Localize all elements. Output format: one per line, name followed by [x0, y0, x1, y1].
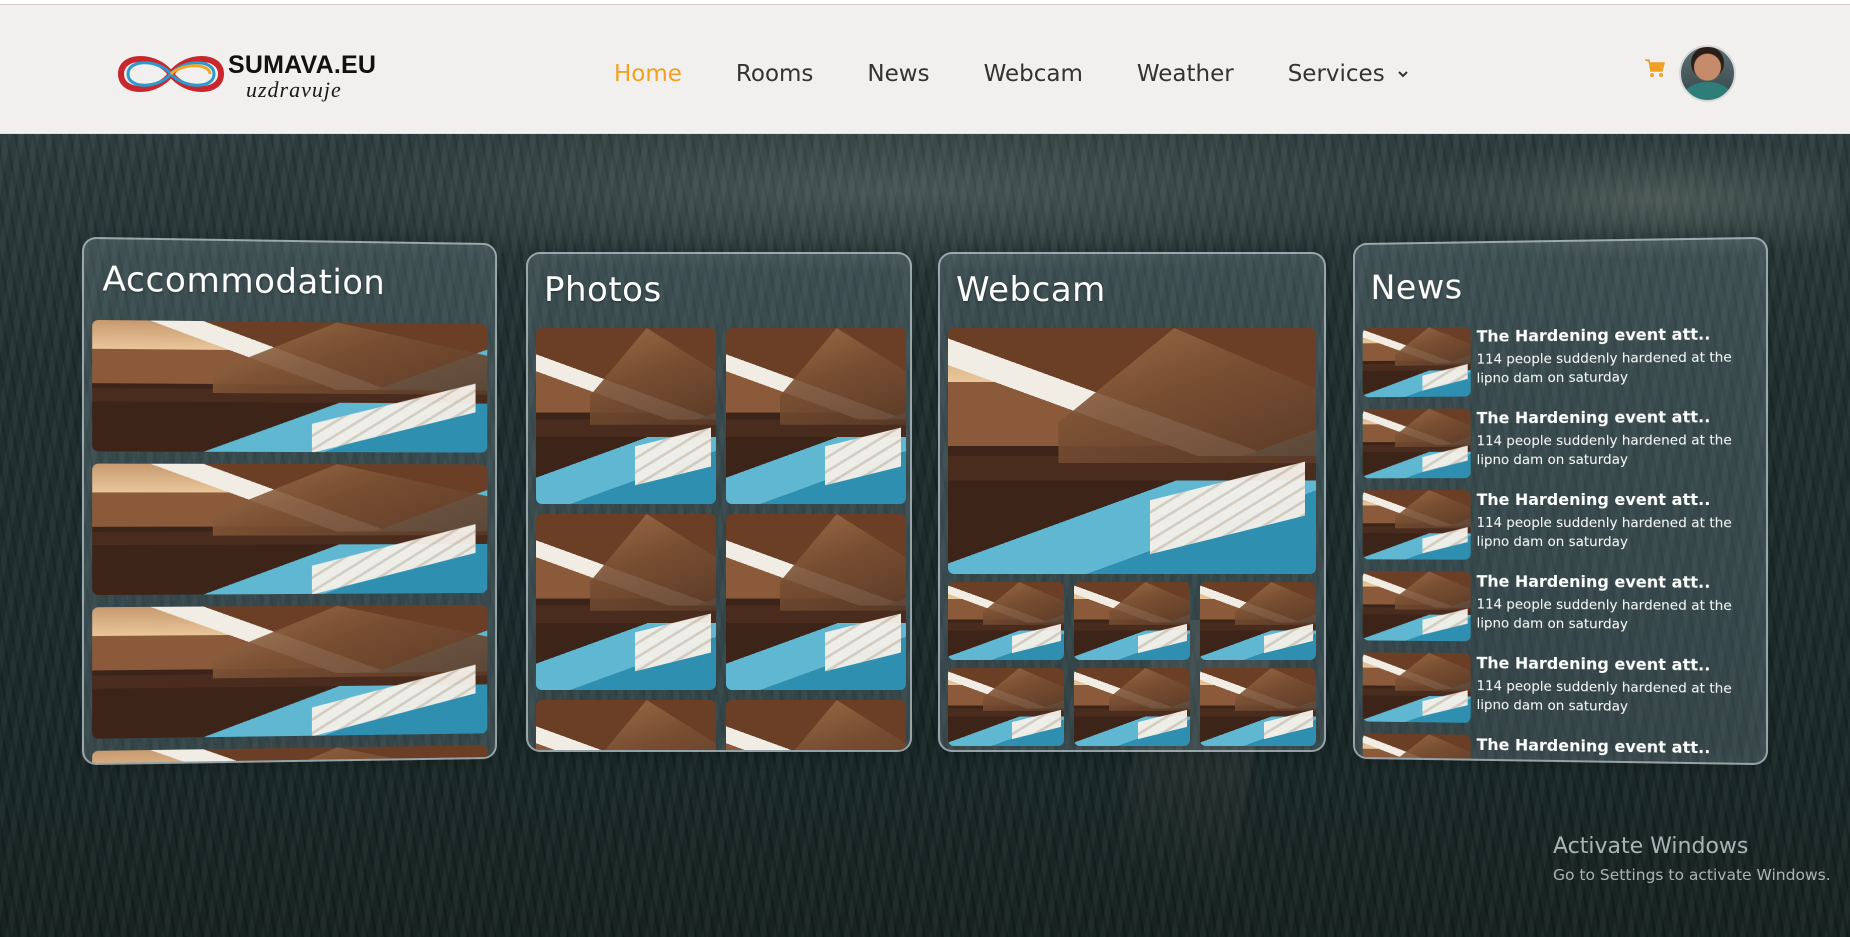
gallery-photo-1[interactable]: [536, 328, 716, 504]
infinity-logo-icon: [117, 56, 225, 92]
gallery-photo-3[interactable]: [536, 514, 716, 690]
webcam-thumb-2[interactable]: [1074, 582, 1190, 660]
chevron-down-icon: [1397, 71, 1408, 78]
news-item-description: 114 people suddenly hardened at the lipn…: [1476, 349, 1732, 387]
news-item[interactable]: The Hardening event att.. 114 people sud…: [1362, 407, 1762, 482]
photos-card[interactable]: Photos: [526, 252, 912, 752]
news-item-title: The Hardening event att..: [1476, 324, 1711, 346]
nav-home[interactable]: Home: [614, 61, 682, 87]
logo-subtitle: uzdravuje: [246, 77, 342, 102]
news-item-title: The Hardening event att..: [1476, 489, 1711, 510]
cart-icon[interactable]: [1644, 57, 1666, 79]
main-nav: Home Rooms News Webcam Weather Services: [614, 57, 1463, 91]
news-item-title: The Hardening event att..: [1476, 571, 1711, 592]
webcam-thumb-1[interactable]: [948, 582, 1064, 660]
photos-title: Photos: [544, 270, 662, 310]
webcam-thumb-5[interactable]: [1074, 668, 1190, 746]
gallery-photo-5[interactable]: [536, 700, 716, 750]
user-avatar[interactable]: [1679, 45, 1736, 102]
nav-weather[interactable]: Weather: [1137, 61, 1234, 87]
news-item-description: 114 people suddenly hardened at the lipn…: [1476, 678, 1732, 715]
gallery-photo-4[interactable]: [726, 514, 906, 690]
news-thumbnail: [1362, 490, 1471, 560]
activate-windows-title: Activate Windows: [1553, 834, 1749, 859]
site-logo[interactable]: SUMAVA.EU uzdravuje: [116, 49, 376, 105]
accommodation-title: Accommodation: [102, 259, 386, 304]
accommodation-card[interactable]: Accommodation: [81, 236, 498, 766]
gallery-photo-6[interactable]: [726, 700, 906, 750]
webcam-main-view[interactable]: [948, 328, 1316, 574]
news-item[interactable]: The Hardening event att.. 114 people sud…: [1362, 571, 1762, 648]
accommodation-photo-1[interactable]: [92, 319, 488, 453]
news-item[interactable]: The Hardening event att.. 114 people sud…: [1362, 489, 1762, 565]
news-thumbnail: [1362, 571, 1471, 642]
news-thumbnail: [1362, 326, 1471, 398]
gallery-photo-2[interactable]: [726, 328, 906, 504]
news-item-description: 114 people suddenly hardened at the lipn…: [1476, 514, 1732, 551]
nav-webcam[interactable]: Webcam: [984, 61, 1083, 87]
activate-windows-subtitle: Go to Settings to activate Windows.: [1553, 866, 1831, 884]
nav-rooms[interactable]: Rooms: [736, 61, 813, 87]
news-item[interactable]: The Hardening event att.. 114 people sud…: [1362, 324, 1762, 401]
news-card[interactable]: News The Hardening event att.. 114 peopl…: [1352, 236, 1769, 766]
site-header: SUMAVA.EU uzdravuje Home Rooms News Webc…: [0, 4, 1850, 133]
news-title: News: [1370, 267, 1463, 309]
webcam-card[interactable]: Webcam: [938, 252, 1326, 752]
news-item-title: The Hardening event att..: [1476, 407, 1711, 428]
news-item[interactable]: The Hardening event att.. 114 people sud…: [1362, 652, 1762, 730]
webcam-thumb-6[interactable]: [1200, 668, 1316, 746]
news-item-description: 114 people suddenly hardened at the lipn…: [1476, 596, 1732, 633]
nav-services-label: Services: [1287, 61, 1385, 87]
webcam-thumb-3[interactable]: [1200, 582, 1316, 660]
news-item-title: The Hardening event att..: [1476, 734, 1711, 758]
news-item-title: The Hardening event att..: [1476, 653, 1711, 675]
accommodation-photo-3[interactable]: [92, 604, 488, 739]
nav-news[interactable]: News: [867, 61, 929, 87]
nav-services[interactable]: Services: [1288, 61, 1409, 87]
accommodation-photo-2[interactable]: [92, 463, 488, 596]
webcam-title: Webcam: [956, 270, 1106, 310]
logo-title: SUMAVA.EU: [228, 51, 377, 79]
news-thumbnail: [1362, 408, 1471, 479]
webcam-thumb-4[interactable]: [948, 668, 1064, 746]
news-thumbnail: [1362, 652, 1471, 723]
news-item-description: 114 people suddenly hardened at the lipn…: [1476, 432, 1732, 469]
